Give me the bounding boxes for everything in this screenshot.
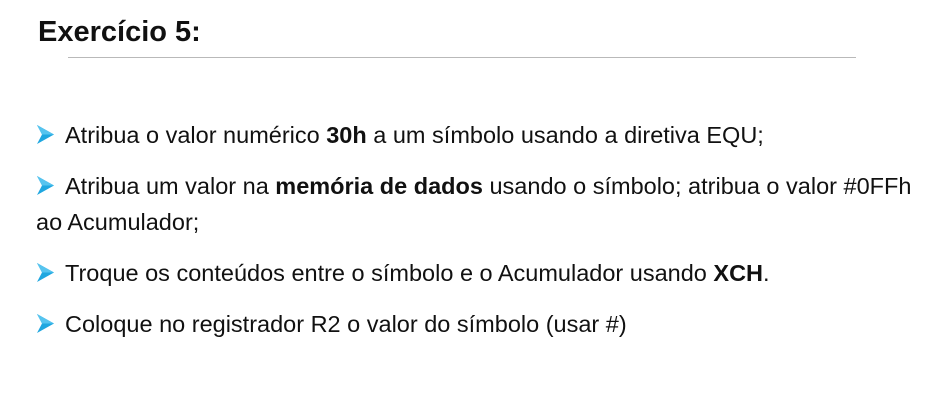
arrow-bullet-icon (36, 262, 55, 283)
bullet-text: a um símbolo usando a diretiva EQU; (366, 122, 764, 148)
arrow-bullet-icon (36, 124, 55, 145)
bullet-bold-text: 30h (326, 122, 367, 148)
bullet-item: Atribua um valor na memória de dados usa… (36, 168, 920, 240)
bullet-text: Troque os conteúdos entre o símbolo e o … (65, 260, 714, 286)
bullet-text: Atribua o valor numérico (65, 122, 327, 148)
bullet-item: Atribua o valor numérico 30h a um símbol… (36, 117, 920, 153)
bullet-text: Atribua um valor na (65, 173, 276, 199)
bullet-text: . (763, 260, 770, 286)
bullet-bold-text: memória de dados (275, 173, 483, 199)
bullet-item: Coloque no registrador R2 o valor do sím… (36, 306, 920, 342)
arrow-bullet-icon (36, 175, 55, 196)
title-divider (68, 57, 856, 58)
bullet-text: Coloque no registrador R2 o valor do sím… (65, 311, 627, 337)
bullet-bold-text: XCH (713, 260, 764, 286)
bullet-list: Atribua o valor numérico 30h a um símbol… (36, 117, 920, 357)
arrow-bullet-icon (36, 313, 55, 334)
slide-title: Exercício 5: (38, 16, 201, 48)
bullet-item: Troque os conteúdos entre o símbolo e o … (36, 255, 920, 291)
